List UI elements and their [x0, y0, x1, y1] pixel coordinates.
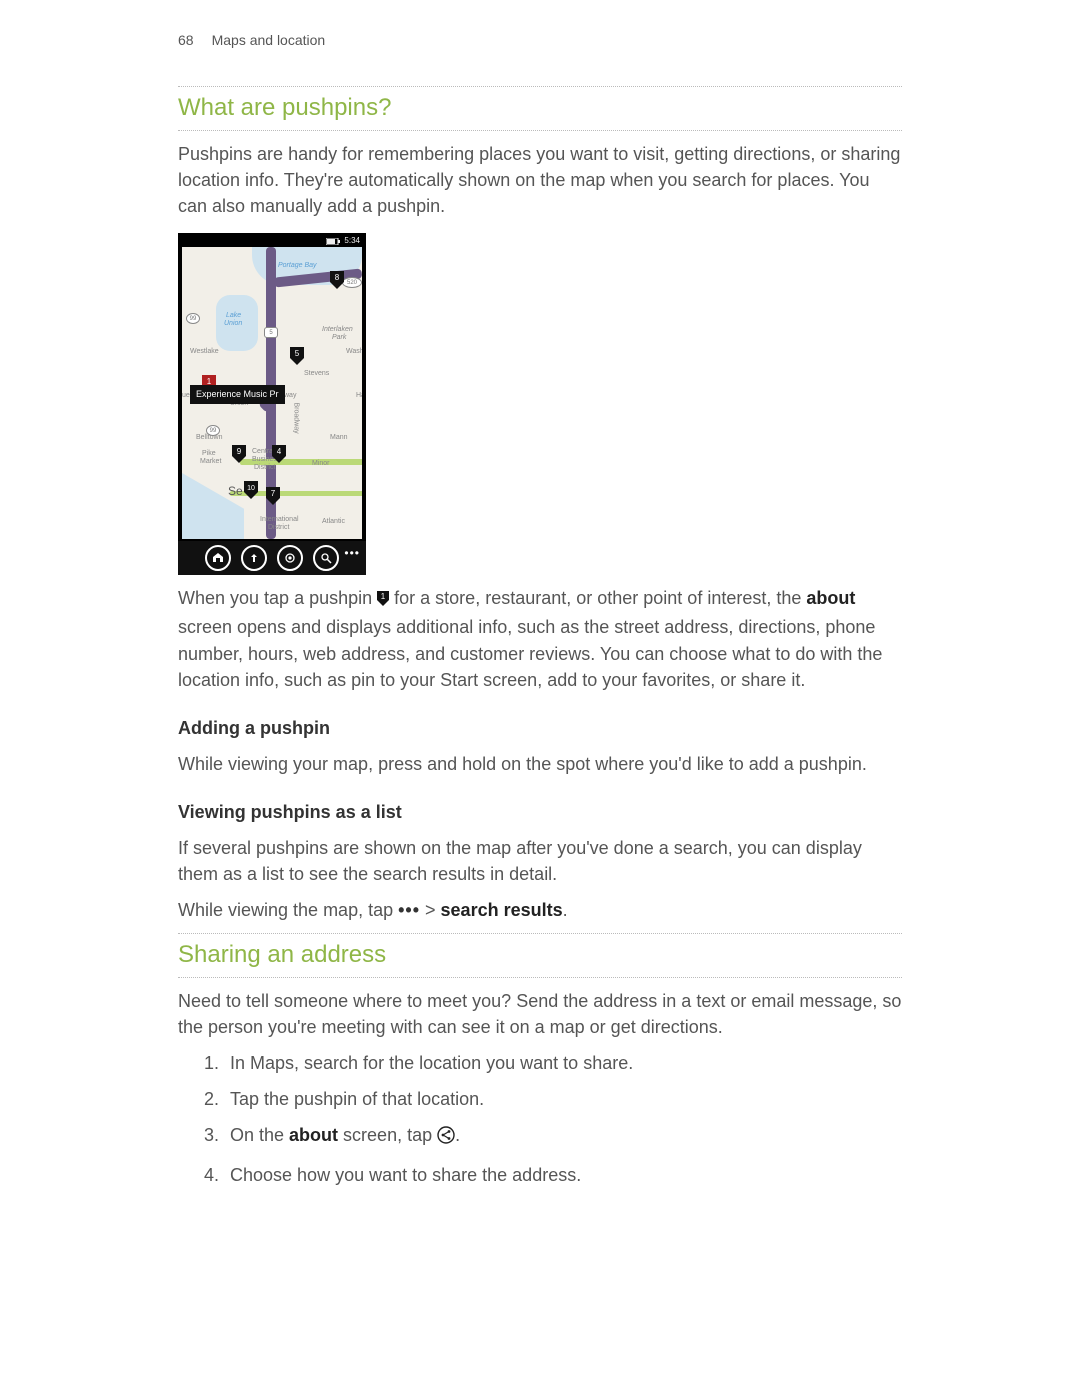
step-1: In Maps, search for the location you wan… [224, 1050, 902, 1076]
locate-me-icon[interactable] [277, 545, 303, 571]
page-number: 68 [178, 30, 194, 50]
map-label: Ha [356, 391, 362, 401]
sharing-steps: In Maps, search for the location you wan… [178, 1050, 902, 1187]
map-label: Union [224, 319, 242, 329]
map-label: way [284, 391, 296, 401]
map-label: Washi [346, 347, 362, 357]
map-label: Mann [330, 433, 348, 443]
map-label: District [254, 463, 275, 473]
svg-text:1: 1 [381, 592, 386, 601]
step-2: Tap the pushpin of that location. [224, 1086, 902, 1112]
pushpin-icon: 9 [232, 445, 246, 463]
svg-text:4: 4 [277, 447, 282, 456]
pushpins-para2: When you tap a pushpin 1 for a store, re… [178, 585, 902, 692]
map-viewport: 99 99 5 520 Portage Bay Lake Union Westl… [182, 247, 362, 539]
status-time: 5:34 [344, 235, 360, 247]
step-4: Choose how you want to share the address… [224, 1162, 902, 1188]
pushpin-tooltip: Experience Music Pr [190, 385, 285, 404]
page-header: 68 Maps and location [178, 30, 902, 50]
step-3: On the about screen, tap . [224, 1122, 902, 1151]
subheading-viewing-list: Viewing pushpins as a list [178, 799, 902, 825]
maps-app-screenshot: 5:34 99 99 5 520 Portage Bay Lake Union … [178, 233, 366, 575]
svg-text:7: 7 [271, 489, 276, 498]
section-heading-pushpins: What are pushpins? [178, 86, 902, 131]
pushpin-icon: 5 [290, 347, 304, 365]
map-label: Market [200, 457, 221, 467]
more-icon: ••• [398, 900, 420, 920]
subheading-adding-pushpin: Adding a pushpin [178, 715, 902, 741]
svg-text:8: 8 [335, 273, 340, 282]
battery-icon [326, 238, 340, 245]
scout-icon[interactable] [205, 545, 231, 571]
route-shield: 520 [342, 277, 362, 288]
pushpins-intro: Pushpins are handy for remembering place… [178, 141, 902, 219]
app-bar: ••• [178, 541, 366, 575]
map-label: Portage Bay [278, 261, 317, 271]
section-heading-sharing: Sharing an address [178, 933, 902, 978]
pushpin-icon: 7 [266, 487, 280, 505]
map-label: District [268, 523, 289, 533]
search-icon[interactable] [313, 545, 339, 571]
route-shield: 99 [186, 313, 200, 324]
pushpin-icon: 8 [330, 271, 344, 289]
map-label: Broadway [291, 403, 301, 434]
map-label: Belltown [196, 433, 222, 443]
map-label: Se [228, 483, 243, 500]
status-bar: 5:34 [326, 235, 360, 247]
map-label: Atlantic [322, 517, 345, 527]
map-label: Stevens [304, 369, 329, 379]
pushpin-icon: 4 [272, 445, 286, 463]
map-label: Park [332, 333, 346, 343]
viewing-list-body: If several pushpins are shown on the map… [178, 835, 902, 887]
map-label: Minor [312, 459, 330, 469]
pushpin-icon: 10 [244, 481, 258, 499]
adding-pushpin-body: While viewing your map, press and hold o… [178, 751, 902, 777]
map-label: Westlake [190, 347, 219, 357]
directions-icon[interactable] [241, 545, 267, 571]
share-icon [437, 1125, 455, 1151]
svg-text:5: 5 [295, 349, 300, 358]
more-icon[interactable]: ••• [344, 545, 360, 562]
pushpin-icon: 1 [377, 588, 389, 614]
viewing-list-tap: While viewing the map, tap ••• > search … [178, 897, 902, 923]
svg-text:9: 9 [237, 447, 242, 456]
svg-text:10: 10 [247, 485, 255, 492]
breadcrumb: Maps and location [212, 30, 326, 50]
sharing-intro: Need to tell someone where to meet you? … [178, 988, 902, 1040]
route-shield: 5 [264, 327, 278, 338]
